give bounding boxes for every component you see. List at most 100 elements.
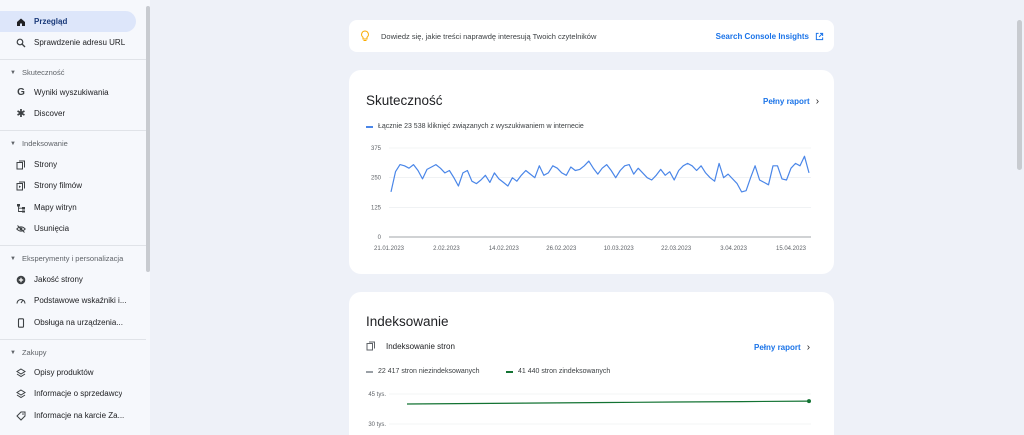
lightbulb-icon — [361, 30, 369, 41]
sidebar-item-label: Usunięcia — [34, 224, 70, 233]
sidebar-item-label: Informacje na karcie Za... — [34, 411, 125, 420]
sidebar-item-pages[interactable]: Strony — [4, 154, 140, 175]
sidebar-item-label: Obsługa na urządzenia... — [34, 318, 123, 327]
sidebar-item-label: Jakość strony — [34, 275, 83, 284]
sidebar-item-search-results[interactable]: G Wyniki wyszukiwania — [4, 82, 140, 103]
banner-text: Dowiedz się, jakie treści naprawdę inter… — [381, 31, 597, 41]
indexing-card: Indeksowanie Indeksowanie stron Pełny ra… — [349, 292, 834, 435]
chevron-right-icon: › — [806, 342, 811, 353]
x-tick-label: 22.03.2023 — [661, 246, 692, 252]
sidebar: Przegląd Sprawdzenie adresu URL ▼ Skutec… — [0, 0, 150, 435]
search-console-insights-link[interactable]: Search Console Insights — [716, 32, 824, 41]
x-tick-label: 26.02.2023 — [546, 246, 577, 252]
performance-card: Skuteczność Pełny raport › Łącznie 23 53… — [349, 70, 834, 274]
performance-legend[interactable]: Łącznie 23 538 kliknięć związanych z wys… — [366, 123, 584, 130]
legend-swatch — [366, 125, 373, 128]
performance-title: Skuteczność — [366, 93, 443, 108]
sidebar-item-merchant-listings[interactable]: Informacje na karcie Za... — [4, 405, 140, 426]
open-external-icon — [815, 32, 824, 40]
sidebar-item-video-pages[interactable]: Strony filmów — [4, 175, 140, 196]
x-tick-label: 10.03.2023 — [604, 246, 635, 252]
sidebar-item-label: Mapy witryn — [34, 203, 77, 212]
indexing-chart: 45 tys. 30 tys. — [368, 392, 811, 428]
y-tick-label: 30 tys. — [368, 422, 386, 428]
sidebar-item-core-web-vitals[interactable]: Podstawowe wskaźniki i... — [4, 290, 140, 311]
sidebar-item-discover[interactable]: ✱ Discover — [4, 103, 140, 124]
chevron-right-icon: › — [815, 96, 820, 107]
sidebar-item-mobile-usability[interactable]: Obsługa na urządzenia... — [4, 312, 140, 333]
indexing-subtitle: Indeksowanie stron — [386, 341, 455, 351]
sidebar-item-label: Discover — [34, 109, 66, 118]
pages-icon — [16, 160, 26, 170]
google-g-icon: G — [17, 87, 25, 98]
section-indexing[interactable]: ▼ Indeksowanie — [10, 139, 68, 148]
legend-label: 22 417 stron niezindeksowanych — [378, 368, 480, 375]
section-label: Skuteczność — [21, 68, 65, 77]
sidebar-item-product-snippets[interactable]: Opisy produktów — [4, 362, 140, 383]
layers-icon — [16, 367, 26, 378]
eye-off-icon — [16, 224, 26, 234]
legend-label: Łącznie 23 538 kliknięć związanych z wys… — [378, 123, 584, 130]
sidebar-item-page-experience[interactable]: Jakość strony — [4, 269, 140, 290]
indexed-series-line — [406, 400, 810, 405]
pages-icon — [366, 341, 375, 351]
sidebar-item-label: Informacje o sprzedawcy — [34, 389, 123, 398]
legend-swatch — [506, 370, 513, 373]
full-report-label: Pełny raport — [754, 343, 801, 352]
section-label: Indeksowanie — [21, 139, 68, 148]
sidebar-divider — [0, 130, 146, 131]
caret-down-icon: ▼ — [10, 349, 16, 356]
y-tick-label: 0 — [378, 235, 382, 241]
sidebar-item-overview[interactable]: Przegląd — [0, 11, 136, 32]
main-scrollbar-thumb[interactable] — [1017, 20, 1022, 170]
insights-banner: Dowiedz się, jakie treści naprawdę inter… — [349, 20, 834, 52]
sitemap-icon — [16, 203, 26, 213]
sidebar-item-label: Przegląd — [34, 17, 68, 26]
legend-indexed[interactable]: 41 440 stron zindeksowanych — [506, 368, 610, 375]
x-tick-label: 14.02.2023 — [489, 246, 520, 252]
video-pages-icon — [16, 181, 26, 191]
x-tick-label: 2.02.2023 — [433, 246, 460, 252]
plus-circle-icon — [16, 275, 26, 285]
caret-down-icon: ▼ — [10, 255, 16, 262]
x-tick-label: 3.04.2023 — [720, 246, 747, 252]
sidebar-item-merchant-info[interactable]: Informacje o sprzedawcy — [4, 383, 140, 404]
full-report-label: Pełny raport — [763, 97, 810, 106]
sidebar-item-removals[interactable]: Usunięcia — [4, 218, 140, 239]
sidebar-divider — [0, 245, 146, 246]
caret-down-icon: ▼ — [10, 69, 16, 76]
legend-label: 41 440 stron zindeksowanych — [518, 368, 611, 375]
indexing-title: Indeksowanie — [366, 314, 449, 329]
asterisk-icon: ✱ — [16, 108, 26, 120]
section-performance[interactable]: ▼ Skuteczność — [10, 68, 64, 77]
sidebar-scrollbar[interactable] — [146, 6, 150, 272]
section-shopping[interactable]: ▼ Zakupy — [10, 348, 47, 357]
indexing-subtitle-row: Indeksowanie stron — [366, 341, 455, 351]
sidebar-item-label: Strony — [34, 160, 58, 169]
performance-full-report-link[interactable]: Pełny raport › — [763, 96, 819, 107]
x-tick-label: 21.01.2023 — [374, 246, 405, 252]
section-label: Zakupy — [21, 348, 47, 357]
banner-link-label: Search Console Insights — [715, 31, 809, 41]
x-tick-label: 15.04.2023 — [776, 246, 807, 252]
sidebar-item-label: Wyniki wyszukiwania — [34, 88, 109, 97]
search-icon — [16, 38, 26, 48]
sidebar-divider — [0, 59, 146, 60]
indexed-last-point — [807, 399, 811, 404]
home-icon — [16, 17, 26, 27]
sidebar-item-label: Sprawdzenie adresu URL — [34, 38, 126, 47]
performance-chart: 375 250 125 0 21.01.2023 2.02.2023 14.02.2023 2… — [371, 146, 811, 252]
section-label: Eksperymenty i personalizacja — [21, 254, 124, 263]
section-experience[interactable]: ▼ Eksperymenty i personalizacja — [10, 254, 123, 263]
legend-not-indexed[interactable]: 22 417 stron niezindeksowanych — [366, 368, 480, 375]
sidebar-item-label: Strony filmów — [34, 181, 83, 190]
indexing-full-report-link[interactable]: Pełny raport › — [754, 342, 810, 353]
sidebar-item-label: Podstawowe wskaźniki i... — [34, 296, 127, 305]
sidebar-divider — [0, 339, 146, 340]
clicks-series-line — [390, 155, 810, 193]
y-tick-label: 250 — [371, 176, 382, 182]
sidebar-item-sitemaps[interactable]: Mapy witryn — [4, 197, 140, 218]
sidebar-item-url-inspection[interactable]: Sprawdzenie adresu URL — [4, 32, 140, 53]
speed-gauge-icon — [16, 296, 26, 306]
sidebar-item-label: Opisy produktów — [34, 368, 94, 377]
